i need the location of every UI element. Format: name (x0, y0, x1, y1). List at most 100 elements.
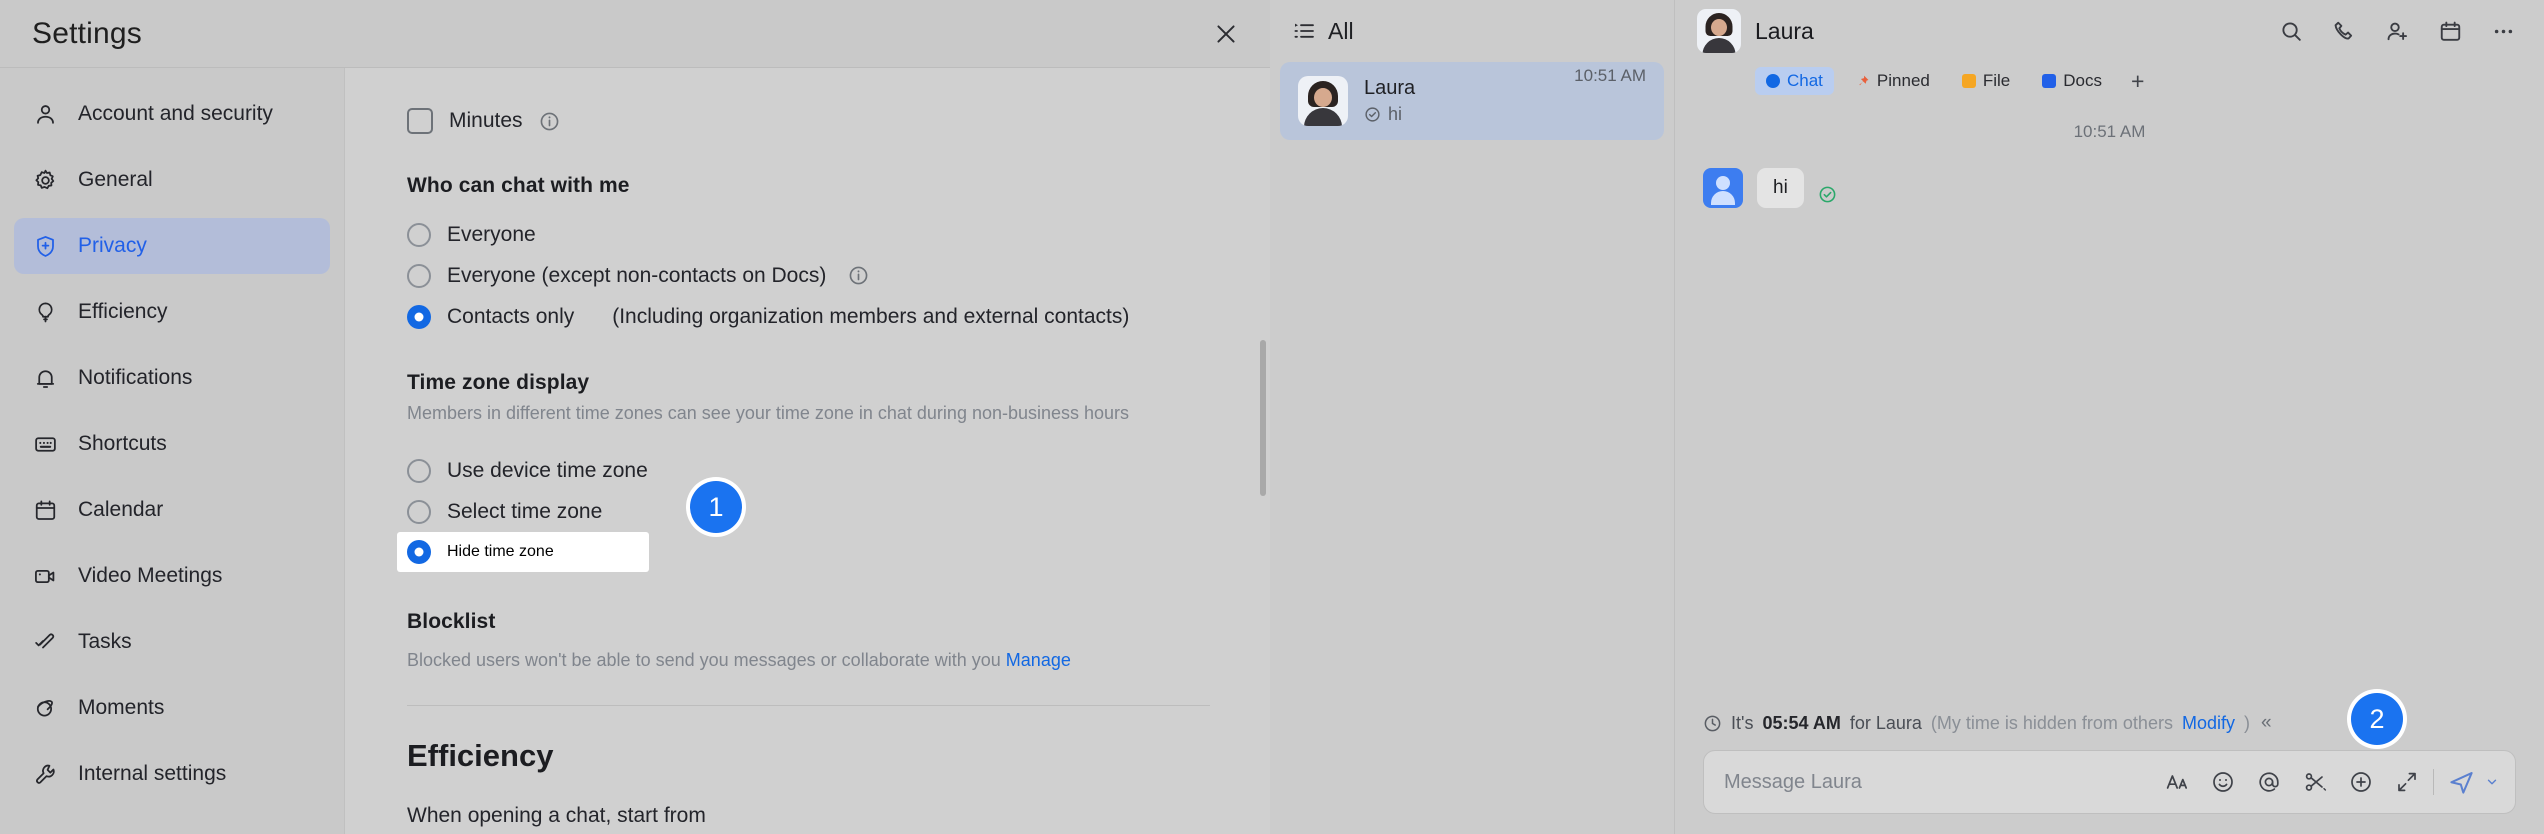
callout-badge-1: 1 (690, 481, 742, 533)
chat-dot-icon (1766, 74, 1780, 88)
sidebar-item-tasks[interactable]: Tasks (14, 614, 330, 670)
collapse-left-icon[interactable]: « (2261, 712, 2272, 734)
docs-square-icon (2042, 74, 2056, 88)
settings-content: Minutes Who can chat with me Everyone (345, 68, 1270, 834)
expand-icon[interactable] (2395, 770, 2419, 794)
sidebar-item-label: Privacy (78, 234, 147, 258)
clock-icon (1703, 714, 1722, 733)
sidebar-item-calendar[interactable]: Calendar (14, 482, 330, 538)
message-composer[interactable]: Message Laura (1703, 750, 2516, 814)
radio-use-device-time-zone[interactable]: Use device time zone (407, 450, 1210, 491)
radio-label: Select time zone (447, 500, 602, 524)
radio-select-time-zone[interactable]: Select time zone (407, 491, 1210, 532)
radio-indicator[interactable] (407, 305, 431, 329)
timezone-prefix: It's (1731, 713, 1753, 734)
radio-label: Everyone (except non-contacts on Docs) (447, 264, 826, 288)
sidebar-item-label: Shortcuts (78, 432, 167, 456)
sidebar-item-notifications[interactable]: Notifications (14, 350, 330, 406)
blocklist-title: Blocklist (407, 610, 1210, 634)
scissors-icon[interactable] (2303, 770, 2327, 794)
message-bubble: hi (1757, 168, 1804, 208)
efficiency-section-title: Efficiency (407, 738, 1210, 774)
info-icon[interactable] (848, 265, 869, 286)
radio-everyone-except-non-contacts[interactable]: Everyone (except non-contacts on Docs) (407, 255, 1210, 296)
manage-link[interactable]: Manage (1006, 650, 1071, 670)
send-icon[interactable] (2448, 769, 2475, 796)
composer-divider (2433, 769, 2434, 795)
check-circle-icon (1818, 185, 1837, 204)
tab-add[interactable]: + (2123, 67, 2152, 95)
timezone-hidden-note: (My time is hidden from others (1931, 713, 2173, 734)
send-group (2448, 769, 2499, 796)
sidebar-item-label: Calendar (78, 498, 163, 522)
radio-indicator[interactable] (407, 264, 431, 288)
chevron-down-icon[interactable] (2485, 775, 2499, 789)
sidebar-item-general[interactable]: General (14, 152, 330, 208)
tab-chat[interactable]: Chat (1755, 67, 1834, 95)
more-options-icon[interactable] (2491, 19, 2516, 44)
radio-label: Use device time zone (447, 459, 648, 483)
emoji-icon[interactable] (2211, 770, 2235, 794)
list-item-text: Laura hi (1364, 77, 1558, 125)
list-item[interactable]: Laura hi 10:51 AM (1280, 62, 1664, 140)
minutes-checkbox-row[interactable]: Minutes (407, 108, 1210, 134)
settings-scrollbar[interactable] (1260, 340, 1266, 496)
composer-tools (2165, 770, 2419, 794)
radio-indicator[interactable] (407, 540, 431, 564)
sidebar-item-privacy[interactable]: Privacy (14, 218, 330, 274)
sidebar-item-video-meetings[interactable]: Video Meetings (14, 548, 330, 604)
modify-link[interactable]: Modify (2182, 713, 2235, 734)
user-icon (32, 101, 58, 127)
info-icon[interactable] (539, 111, 560, 132)
font-format-icon[interactable] (2165, 770, 2189, 794)
radio-everyone[interactable]: Everyone (407, 214, 1210, 255)
sidebar-item-label: Internal settings (78, 762, 226, 786)
chat-tabs: Chat Pinned File Docs + (1675, 62, 2544, 100)
sidebar-item-shortcuts[interactable]: Shortcuts (14, 416, 330, 472)
gear-icon (32, 167, 58, 193)
blocklist-group: Blocklist Blocked users won't be able to… (407, 610, 1210, 671)
callout-badge-2: 2 (2351, 693, 2403, 745)
filter-list-icon[interactable] (1292, 19, 1316, 43)
sidebar-item-moments[interactable]: Moments (14, 680, 330, 736)
settings-titlebar: Settings (0, 0, 1270, 68)
sidebar-item-account-and-security[interactable]: Account and security (14, 86, 330, 142)
search-icon[interactable] (2279, 19, 2304, 44)
tab-pinned[interactable]: Pinned (1844, 67, 1941, 95)
message-row: hi (1703, 168, 2516, 208)
chat-header-actions (2279, 19, 2516, 44)
tab-docs[interactable]: Docs (2031, 67, 2113, 95)
blocklist-description: Blocked users won't be able to send you … (407, 650, 1210, 671)
radio-indicator[interactable] (407, 223, 431, 247)
time-zone-display-group: Time zone display Members in different t… (407, 371, 1210, 572)
chat-list-panel: All Laura hi 10:51 AM (1270, 0, 1675, 834)
tab-file[interactable]: File (1951, 67, 2021, 95)
sidebar-item-efficiency[interactable]: Efficiency (14, 284, 330, 340)
sidebar-item-label: Video Meetings (78, 564, 222, 588)
plus-circle-icon[interactable] (2349, 770, 2373, 794)
avatar (1703, 168, 1743, 208)
mention-icon[interactable] (2257, 770, 2281, 794)
sidebar-item-internal-settings[interactable]: Internal settings (14, 746, 330, 802)
timezone-suffix: for Laura (1850, 713, 1922, 734)
chat-list-filter-label[interactable]: All (1328, 18, 1354, 45)
close-icon[interactable] (1204, 12, 1248, 56)
radio-indicator[interactable] (407, 500, 431, 524)
radio-hide-time-zone[interactable]: Hide time zone (397, 532, 649, 572)
phone-call-icon[interactable] (2332, 19, 2357, 44)
radio-indicator[interactable] (407, 459, 431, 483)
file-square-icon (1962, 74, 1976, 88)
tab-label: Pinned (1877, 71, 1930, 91)
radio-label: Everyone (447, 223, 536, 247)
minutes-checkbox[interactable] (407, 108, 433, 134)
add-person-icon[interactable] (2385, 19, 2410, 44)
message-input[interactable]: Message Laura (1724, 771, 2165, 794)
calendar-icon[interactable] (2438, 19, 2463, 44)
list-item-preview: hi (1364, 104, 1558, 125)
tab-label: Docs (2063, 71, 2102, 91)
radio-contacts-only[interactable]: Contacts only (Including organization me… (407, 296, 1210, 337)
radio-note: (Including organization members and exte… (612, 305, 1129, 329)
keyboard-icon (32, 431, 58, 457)
chat-panel: Laura (1675, 0, 2544, 834)
timezone-note-close: ) (2244, 713, 2250, 734)
